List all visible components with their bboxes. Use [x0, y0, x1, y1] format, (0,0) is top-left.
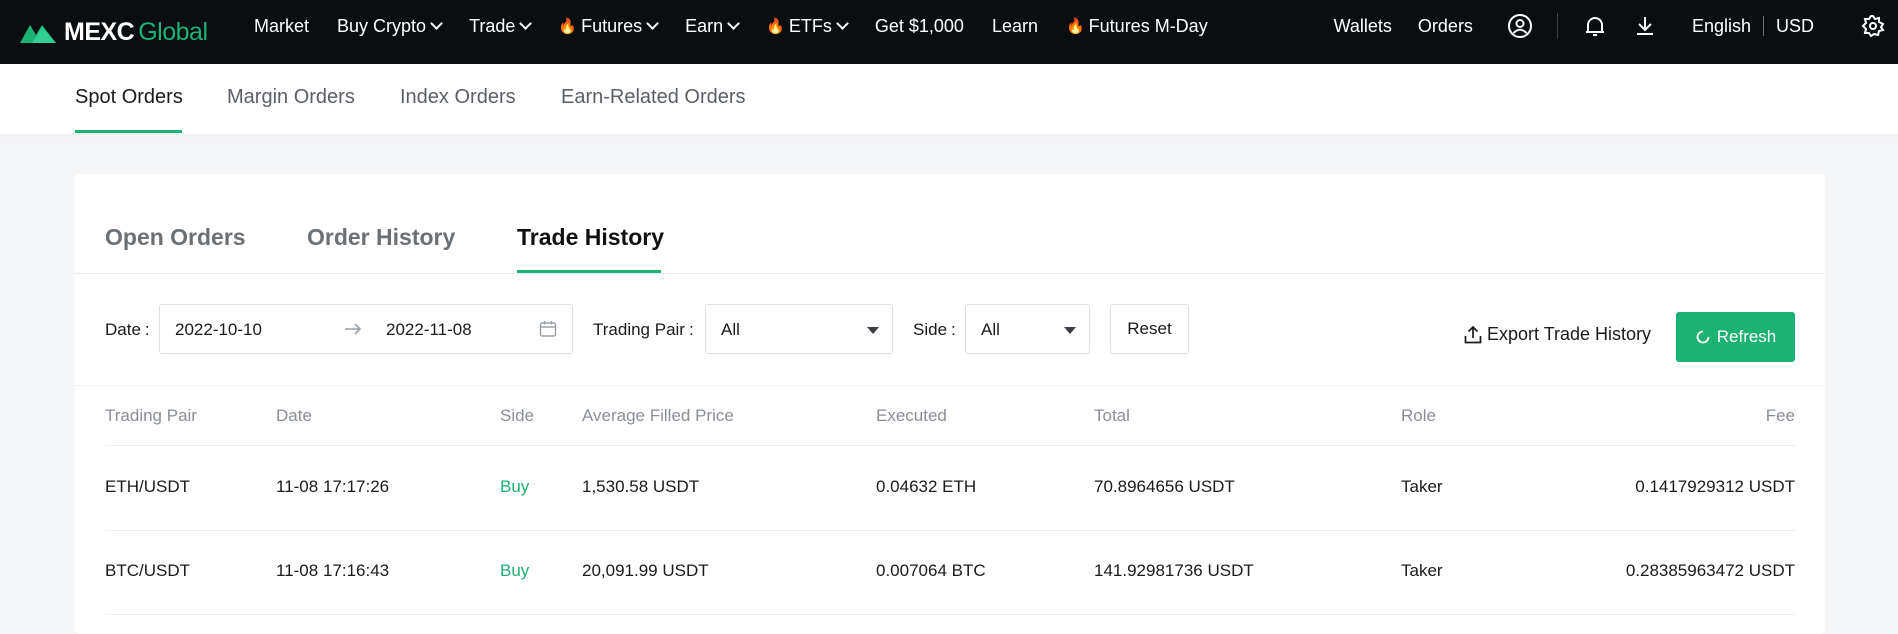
refresh-button[interactable]: Refresh — [1676, 312, 1795, 362]
cell-date: 11-08 17:16:43 — [276, 561, 390, 580]
date-label: Date: — [105, 320, 150, 339]
user-icon[interactable] — [1507, 13, 1533, 39]
col-header-total: Total — [1094, 406, 1130, 425]
nav-get-reward[interactable]: Get $1,000 — [875, 16, 964, 37]
nav-orders[interactable]: Orders — [1418, 16, 1473, 37]
row-divider — [105, 530, 1795, 531]
nav-divider — [1556, 13, 1558, 39]
side-value: All — [981, 320, 1000, 339]
nav-wallets[interactable]: Wallets — [1334, 16, 1392, 37]
refresh-icon — [1696, 330, 1710, 344]
logo[interactable]: MEXC Global — [18, 12, 208, 52]
cell-total: 70.8964656 USDT — [1094, 477, 1235, 496]
trading-pair-value: All — [721, 320, 740, 339]
tab-index-orders[interactable]: Index Orders — [400, 86, 516, 109]
divider — [75, 385, 1825, 386]
col-header-side: Side — [500, 406, 535, 425]
tab-spot-orders[interactable]: Spot Orders — [75, 86, 183, 109]
chevron-down-icon — [867, 327, 879, 334]
arrow-right-icon — [345, 323, 362, 335]
col-header-executed: Executed — [876, 406, 947, 425]
chevron-down-icon — [727, 17, 741, 30]
cell-side: Buy — [500, 477, 530, 496]
cell-fee: 0.28385963472 USDT — [1625, 561, 1795, 580]
nav-learn[interactable]: Learn — [992, 16, 1038, 37]
language-divider — [1762, 16, 1764, 36]
logo-text: MEXC Global — [64, 17, 208, 46]
top-navbar: MEXC Global Market Buy Crypto Trade 🔥 Futu… — [0, 0, 1898, 64]
trade-history-card: Open Orders Order History Trade History … — [75, 174, 1825, 634]
active-tab-indicator — [75, 130, 182, 133]
fire-icon: 🔥 — [766, 18, 785, 35]
reset-button[interactable]: Reset — [1110, 304, 1189, 354]
col-header-fee: Fee — [1765, 406, 1795, 425]
date-end-input[interactable]: 2022-11-08 — [386, 320, 472, 340]
chevron-down-icon — [835, 17, 849, 30]
cell-executed: 0.007064 BTC — [876, 561, 986, 580]
nav-buy-crypto[interactable]: Buy Crypto — [337, 16, 443, 37]
col-header-average-filled-price: Average Filled Price — [582, 406, 734, 425]
tab-open-orders[interactable]: Open Orders — [105, 224, 246, 251]
tab-margin-orders[interactable]: Margin Orders — [227, 86, 355, 109]
trading-pair-select[interactable]: All — [705, 304, 893, 354]
chevron-down-icon — [519, 17, 533, 30]
divider — [75, 273, 1825, 274]
nav-futures[interactable]: 🔥 Futures — [558, 16, 660, 37]
col-header-date: Date — [276, 406, 312, 425]
cell-total: 141.92981736 USDT — [1094, 561, 1254, 580]
calendar-icon[interactable] — [539, 320, 557, 338]
cell-trading-pair: ETH/USDT — [105, 477, 190, 496]
date-start-input[interactable]: 2022-10-10 — [175, 320, 262, 340]
main-nav: Market Buy Crypto Trade 🔥 Futures Earn 🔥 E… — [254, 0, 1236, 52]
nav-futures-mday[interactable]: 🔥 Futures M-Day — [1066, 16, 1208, 37]
export-trade-history-button[interactable]: Export Trade History — [1463, 324, 1651, 345]
nav-earn[interactable]: Earn — [685, 16, 741, 37]
download-icon[interactable] — [1632, 13, 1658, 39]
row-divider — [105, 445, 1795, 446]
chevron-down-icon — [646, 17, 660, 30]
cell-side: Buy — [500, 561, 530, 580]
chevron-down-icon — [1064, 327, 1076, 334]
export-label: Export Trade History — [1487, 324, 1652, 344]
language-selector[interactable]: English — [1692, 16, 1751, 37]
col-header-trading-pair: Trading Pair — [105, 406, 197, 425]
cell-date: 11-08 17:17:26 — [276, 477, 390, 496]
refresh-label: Refresh — [1716, 327, 1777, 346]
currency-selector[interactable]: USD — [1776, 16, 1814, 37]
cell-executed: 0.04632 ETH — [876, 477, 977, 496]
tab-trade-history[interactable]: Trade History — [517, 224, 664, 251]
fire-icon: 🔥 — [558, 18, 578, 35]
cell-role: Taker — [1401, 561, 1443, 580]
cell-trading-pair: BTC/USDT — [105, 561, 190, 580]
nav-market[interactable]: Market — [254, 16, 309, 37]
date-range-picker[interactable]: 2022-10-10 2022-11-08 — [159, 304, 573, 354]
gear-icon[interactable] — [1860, 13, 1886, 39]
side-label: Side: — [913, 320, 956, 339]
cell-fee: 0.1417929312 USDT — [1635, 477, 1795, 496]
fire-icon: 🔥 — [1065, 18, 1085, 35]
right-nav: Wallets Orders English USD — [1334, 0, 1898, 52]
orders-subnav: Spot Orders Margin Orders Index Orders E… — [0, 64, 1898, 134]
cell-average-filled-price: 20,091.99 USDT — [582, 561, 709, 580]
upload-icon — [1464, 325, 1482, 343]
nav-trade[interactable]: Trade — [469, 16, 533, 37]
row-divider — [105, 614, 1795, 615]
chevron-down-icon — [430, 17, 443, 30]
nav-etfs[interactable]: 🔥 ETFs — [766, 16, 849, 37]
tab-order-history[interactable]: Order History — [307, 224, 455, 251]
tab-earn-related-orders[interactable]: Earn-Related Orders — [561, 86, 746, 109]
side-select[interactable]: All — [965, 304, 1090, 354]
trading-pair-label: Trading Pair: — [593, 320, 694, 339]
cell-role: Taker — [1401, 477, 1443, 496]
col-header-role: Role — [1401, 406, 1436, 425]
mexc-logo-icon — [20, 25, 56, 43]
bell-icon[interactable] — [1582, 13, 1608, 39]
cell-average-filled-price: 1,530.58 USDT — [582, 477, 700, 496]
